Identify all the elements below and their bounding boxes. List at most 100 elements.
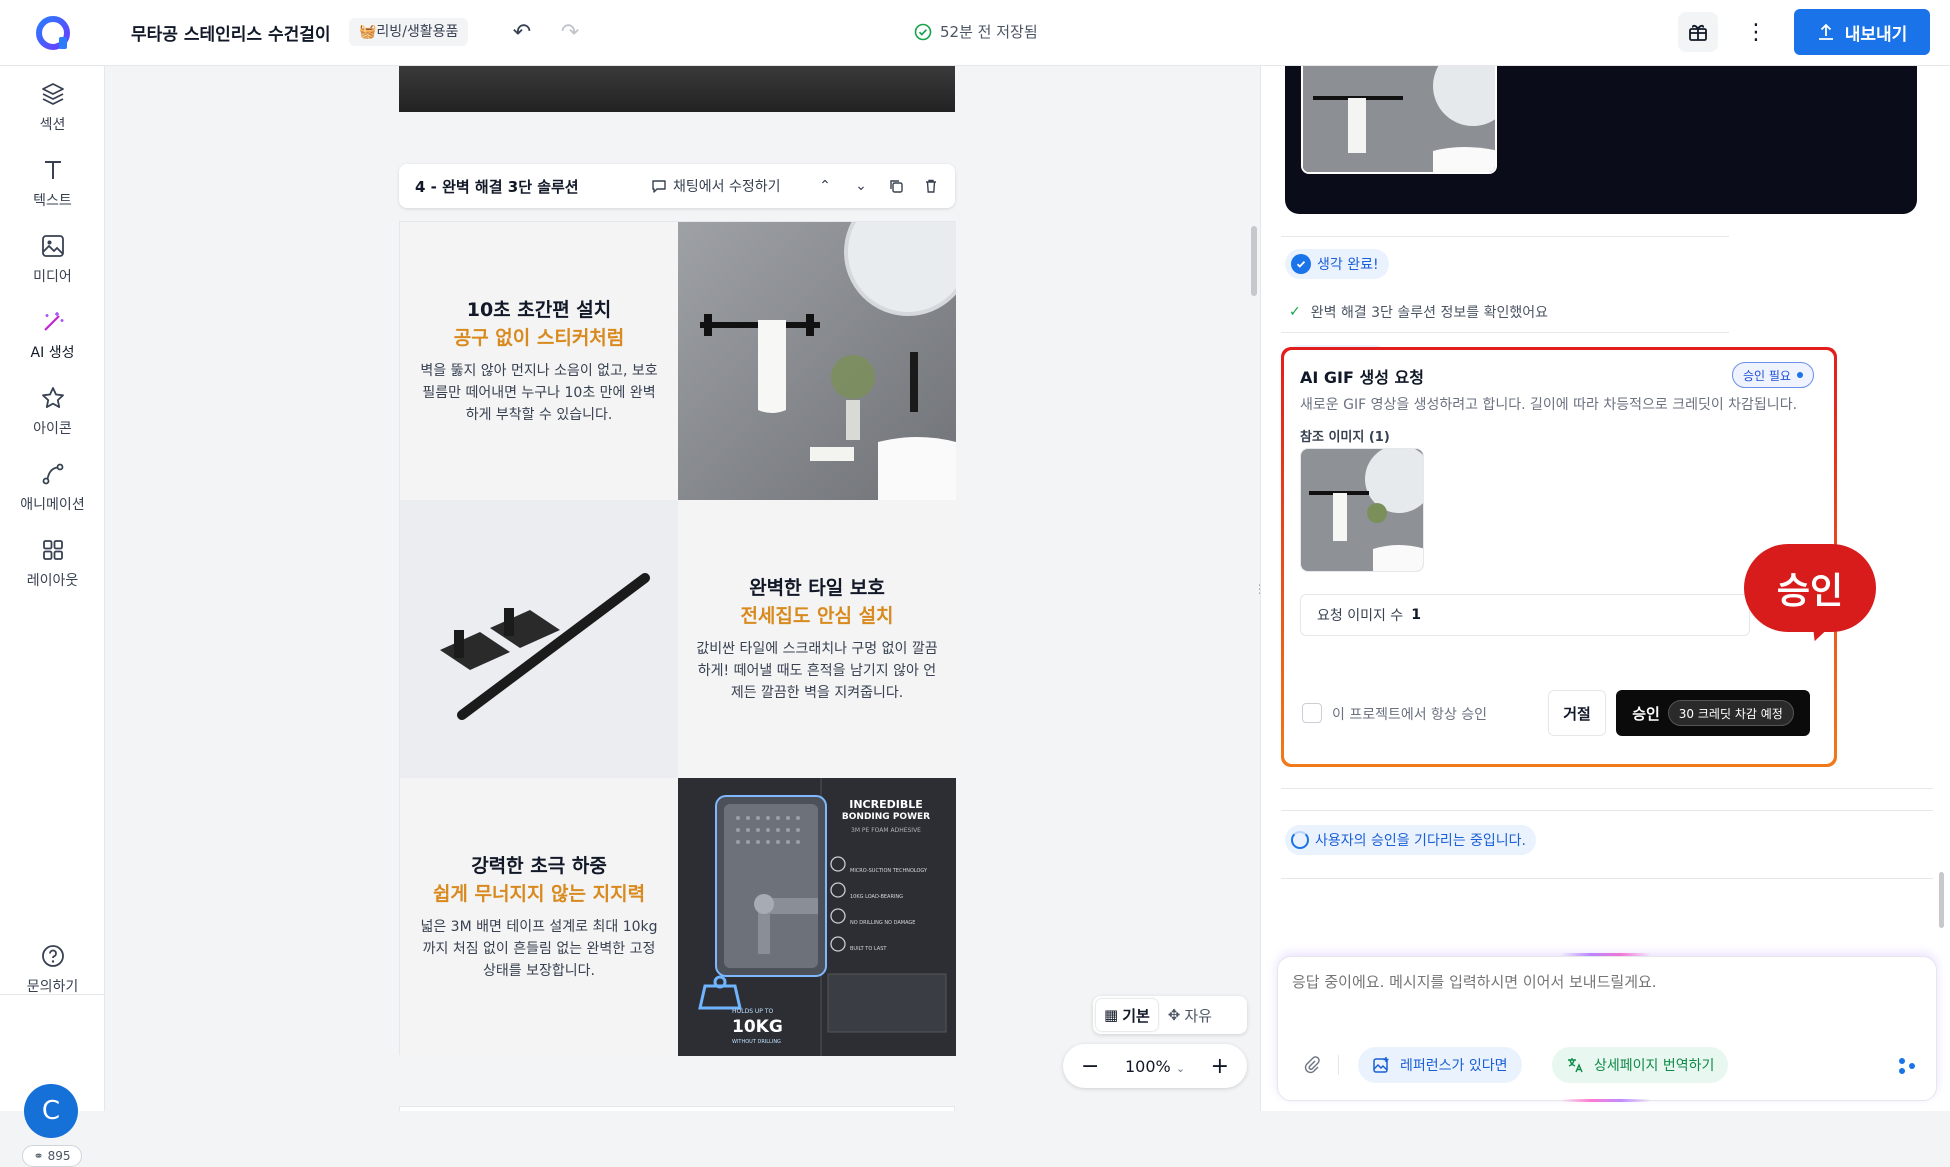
divider: [1281, 788, 1933, 789]
request-count-label: 요청 이미지 수: [1317, 608, 1404, 624]
move-icon: ✥: [1167, 1006, 1181, 1024]
request-count-field[interactable]: 요청 이미지 수 1: [1300, 594, 1750, 636]
product-photo[interactable]: [400, 500, 678, 778]
category-badge[interactable]: 🧺리빙/생활용품: [349, 18, 469, 46]
help-button[interactable]: 문의하기: [0, 942, 105, 1006]
text-icon: [44, 161, 61, 179]
project-title[interactable]: 무타공 스테인리스 수건걸이: [131, 20, 331, 45]
paperclip-icon[interactable]: [1300, 1053, 1324, 1077]
move-up-icon[interactable]: ⌃: [813, 174, 837, 198]
preview-thumbnail[interactable]: [1301, 66, 1497, 174]
top-header: 무타공 스테인리스 수건걸이 🧺리빙/생활용품 ↶ ↷ 52분 전 저장됨 ⋮ …: [0, 0, 1950, 66]
section-title: 4 - 완벽 해결 3단 솔루션: [415, 178, 579, 196]
zoom-level[interactable]: 100% ⌄: [1125, 1057, 1185, 1076]
grid-icon: [42, 540, 63, 560]
feature-heading: 10초 초간편 설치: [466, 299, 612, 321]
credit-cost-tag: 30 크레딧 차감 예정: [1667, 700, 1794, 726]
divider: [1281, 878, 1933, 879]
approve-callout: 승인: [1744, 544, 1876, 632]
bathroom-photo[interactable]: [678, 222, 956, 500]
feature-block-3[interactable]: 강력한 초극 하중 쉽게 무너지지 않는 지지력 넓은 3M 배면 테이프 설계…: [400, 778, 678, 1056]
motion-path-icon: [42, 463, 63, 485]
mode-basic[interactable]: ▦ 기본: [1096, 999, 1158, 1031]
sidebar-item-animation[interactable]: 애니메이션: [0, 460, 105, 524]
zoom-in-icon[interactable]: +: [1211, 1054, 1229, 1079]
spinner-icon: [1291, 831, 1309, 849]
waiting-status-chip: 사용자의 승인을 기다리는 중입니다.: [1285, 825, 1536, 855]
poster-feature-list: MICRO-SUCTION TECHNOLOGY 10KG LOAD-BEARI…: [850, 858, 950, 962]
poster-weight-sub: WITHOUT DRILLING: [732, 1039, 781, 1045]
mode-free-label: 자유: [1184, 1006, 1212, 1025]
sidebar-item-layout[interactable]: 레이아웃: [0, 536, 105, 600]
sidebar-item-label: 아이콘: [33, 421, 72, 437]
mode-free[interactable]: ✥ 자유: [1160, 999, 1220, 1031]
always-approve-checkbox[interactable]: [1302, 703, 1322, 723]
adhesive-poster[interactable]: INCREDIBLE BONDING POWER 3M PE FOAM ADHE…: [678, 778, 956, 1056]
thinking-done-chip[interactable]: 생각 완료!: [1285, 249, 1389, 279]
divider: [1281, 810, 1933, 811]
more-options-icon[interactable]: ⋮: [1738, 14, 1774, 50]
help-label: 문의하기: [26, 979, 79, 995]
sidebar-item-text[interactable]: 텍스트: [0, 156, 105, 220]
gift-icon: [1689, 24, 1707, 41]
info-line-text: 완벽 해결 3단 솔루션 정보를 확인했어요: [1310, 305, 1548, 321]
mode-basic-label: 기본: [1122, 1006, 1150, 1025]
feature-block-2[interactable]: 완벽한 타일 보호 전세집도 안심 설치 값비싼 타일에 스크래치나 구멍 없이…: [678, 500, 956, 778]
app-logo[interactable]: [33, 13, 73, 53]
sidebar-item-section[interactable]: 섹션: [0, 80, 105, 144]
info-line: ✓ 완벽 해결 3단 솔루션 정보를 확인했어요: [1289, 302, 1548, 322]
ai-assistant-icon[interactable]: [1896, 1055, 1918, 1077]
divider: [1281, 236, 1729, 237]
reference-image-thumbnail[interactable]: [1300, 448, 1424, 572]
sidebar-item-label: 미디어: [33, 269, 72, 285]
delete-icon[interactable]: [919, 174, 943, 198]
credit-count: 895: [47, 1149, 71, 1163]
chat-edit-button[interactable]: 채팅에서 수정하기: [651, 176, 781, 196]
toolbar-divider: [1338, 1055, 1339, 1075]
approve-label: 승인: [1632, 704, 1660, 723]
poster-feature: NO DRILLING NO DAMAGE: [850, 920, 916, 926]
avatar[interactable]: C: [24, 1084, 78, 1138]
duplicate-icon[interactable]: [884, 174, 908, 198]
previous-section-image: [399, 66, 955, 112]
feature-block-1[interactable]: 10초 초간편 설치 공구 없이 스티커처럼 벽을 뚫지 않아 먼지나 소음이 …: [400, 222, 678, 500]
sidebar-item-media[interactable]: 미디어: [0, 232, 105, 296]
export-button[interactable]: 내보내기: [1794, 9, 1930, 55]
sidebar-item-ai[interactable]: AI 생성: [0, 308, 105, 372]
panel-scrollbar[interactable]: [1939, 872, 1944, 928]
section-toolbar: 4 - 완벽 해결 3단 솔루션 채팅에서 수정하기 ⌃ ⌄: [399, 164, 955, 208]
approve-button[interactable]: 승인 30 크레딧 차감 예정: [1616, 690, 1810, 736]
reference-image-label: 참조 이미지 (1): [1300, 430, 1390, 445]
request-title: AI GIF 생성 요청: [1300, 368, 1424, 387]
poster-heading: INCREDIBLE BONDING POWER 3M PE FOAM ADHE…: [822, 798, 950, 837]
credit-balance[interactable]: ⚭ 895: [22, 1145, 82, 1167]
feature-subheading: 전세집도 안심 설치: [740, 605, 894, 627]
sidebar-item-icons[interactable]: 아이콘: [0, 384, 105, 448]
canvas-scrollbar[interactable]: [1251, 226, 1257, 296]
sidebar-item-label: 텍스트: [33, 193, 72, 209]
poster-feature: MICRO-SUCTION TECHNOLOGY: [850, 868, 928, 874]
status-dot-icon: [1796, 372, 1803, 378]
undo-icon[interactable]: ↶: [506, 16, 538, 48]
feature-heading: 완벽한 타일 보호: [749, 577, 885, 599]
poster-subtitle: 3M PE FOAM ADHESIVE: [851, 827, 921, 834]
translate-icon: [1568, 1058, 1583, 1073]
check-circle-icon: [914, 23, 932, 40]
sidebar-item-label: 애니메이션: [20, 497, 85, 513]
translate-button[interactable]: 상세페이지 번역하기: [1552, 1047, 1729, 1083]
chat-input[interactable]: [1292, 971, 1912, 1031]
gift-button[interactable]: [1678, 12, 1718, 52]
check-icon: [1291, 254, 1311, 274]
section-card[interactable]: 10초 초간편 설치 공구 없이 스티커처럼 벽을 뚫지 않아 먼지나 소음이 …: [399, 221, 956, 1056]
poster-title-line2: BONDING POWER: [841, 812, 931, 822]
always-approve-label: 이 프로젝트에서 항상 승인: [1332, 707, 1488, 723]
move-down-icon[interactable]: ⌄: [849, 174, 873, 198]
reject-button[interactable]: 거절: [1548, 690, 1606, 736]
magic-wand-icon: [43, 312, 63, 331]
editor-canvas[interactable]: 4 - 완벽 해결 3단 솔루션 채팅에서 수정하기 ⌃ ⌄ 10초 초간편 설…: [105, 66, 1260, 1111]
star-icon: [41, 387, 64, 408]
reference-button[interactable]: 레퍼런스가 있다면: [1358, 1047, 1522, 1083]
redo-icon[interactable]: ↷: [554, 16, 586, 48]
zoom-out-icon[interactable]: −: [1081, 1054, 1099, 1079]
request-description: 새로운 GIF 영상을 생성하려고 합니다. 길이에 따라 차등적으로 크레딧이…: [1300, 397, 1798, 413]
